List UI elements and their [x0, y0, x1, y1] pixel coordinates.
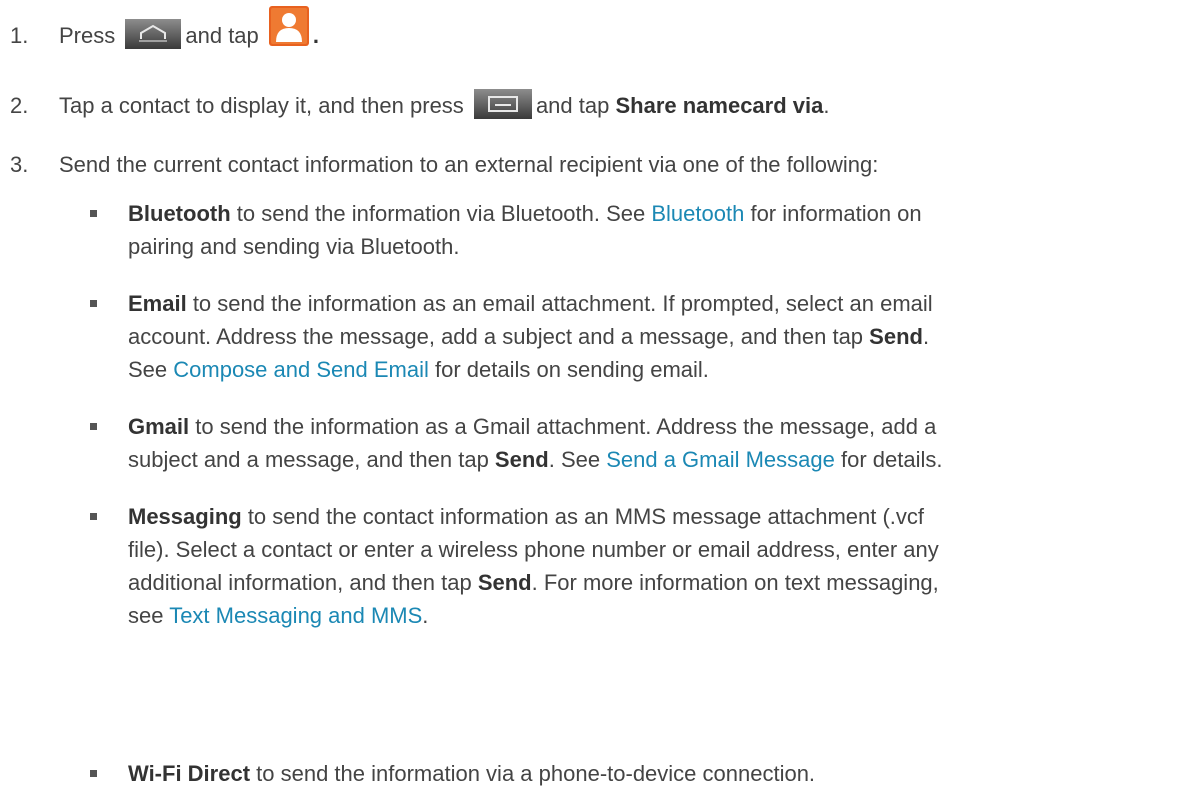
item-text: additional information, and then tap — [128, 570, 478, 595]
step-number: 1. — [10, 23, 29, 48]
item-text: . — [422, 603, 429, 628]
send-label: Send — [477, 570, 532, 595]
option-name: Email — [128, 291, 187, 316]
item-text: for information on — [744, 201, 922, 226]
item-text: file). Select a contact or enter a wirel… — [128, 537, 939, 562]
contacts-app-icon — [268, 6, 309, 55]
step-text: and tap — [535, 93, 610, 118]
step-2: 2. Tap a contact to display it, and then … — [10, 89, 830, 128]
step-text: Press — [59, 23, 116, 48]
item-text: to send the information as an email atta… — [186, 291, 933, 316]
item-text: to send the information via a phone-to-d… — [250, 761, 816, 786]
option-name: Gmail — [128, 414, 190, 439]
bullet-icon — [90, 423, 97, 430]
home-key-icon — [125, 19, 182, 58]
bullet-icon — [90, 300, 97, 307]
help-page: 1. Press and tap . 2. Tap a contact to d… — [0, 0, 1199, 812]
step-3: 3. Send the current contact information t… — [10, 148, 878, 181]
menu-key-icon — [473, 89, 532, 128]
option-name: Bluetooth — [128, 201, 231, 226]
step-period: . — [823, 93, 830, 118]
item-text: subject and a message, and then tap — [128, 447, 495, 472]
item-text: pairing and sending via Bluetooth. — [128, 234, 460, 259]
item-text: for details on sending email. — [428, 357, 709, 382]
bullet-icon — [90, 513, 97, 520]
item-text: to send the information as a Gmail attac… — [189, 414, 937, 439]
item-text: . For more information on text messaging… — [531, 570, 939, 595]
share-namecard-label: Share namecard via — [615, 93, 824, 118]
item-text: to send the information via Bluetooth. S… — [230, 201, 652, 226]
step-text: Send the current contact information to … — [59, 152, 879, 177]
item-text: . See — [548, 447, 607, 472]
step-text: and tap — [185, 23, 259, 48]
item-text: See — [128, 357, 174, 382]
send-gmail-link[interactable]: Send a Gmail Message — [606, 447, 835, 472]
step-number: 3. — [10, 152, 29, 177]
bullet-icon — [90, 210, 97, 217]
item-text: for details. — [834, 447, 943, 472]
compose-email-link[interactable]: Compose and Send Email — [173, 357, 429, 382]
send-label: Send — [494, 447, 549, 472]
step-period: . — [312, 23, 320, 48]
bluetooth-link[interactable]: Bluetooth — [651, 201, 744, 226]
item-text: . — [922, 324, 930, 349]
step-1: 1. Press and tap . — [10, 6, 319, 58]
bullet-icon — [90, 770, 97, 777]
step-text: Tap a contact to display it, and then pr… — [59, 93, 464, 118]
item-text: see — [128, 603, 170, 628]
item-text: account. Address the message, add a subj… — [128, 324, 870, 349]
send-label: Send — [869, 324, 923, 349]
option-name: Messaging — [128, 504, 242, 529]
text-messaging-link[interactable]: Text Messaging and MMS — [169, 603, 422, 628]
option-name: Wi-Fi Direct — [128, 761, 251, 786]
item-text: to send the contact information as an MM… — [241, 504, 925, 529]
step-number: 2. — [10, 93, 29, 118]
